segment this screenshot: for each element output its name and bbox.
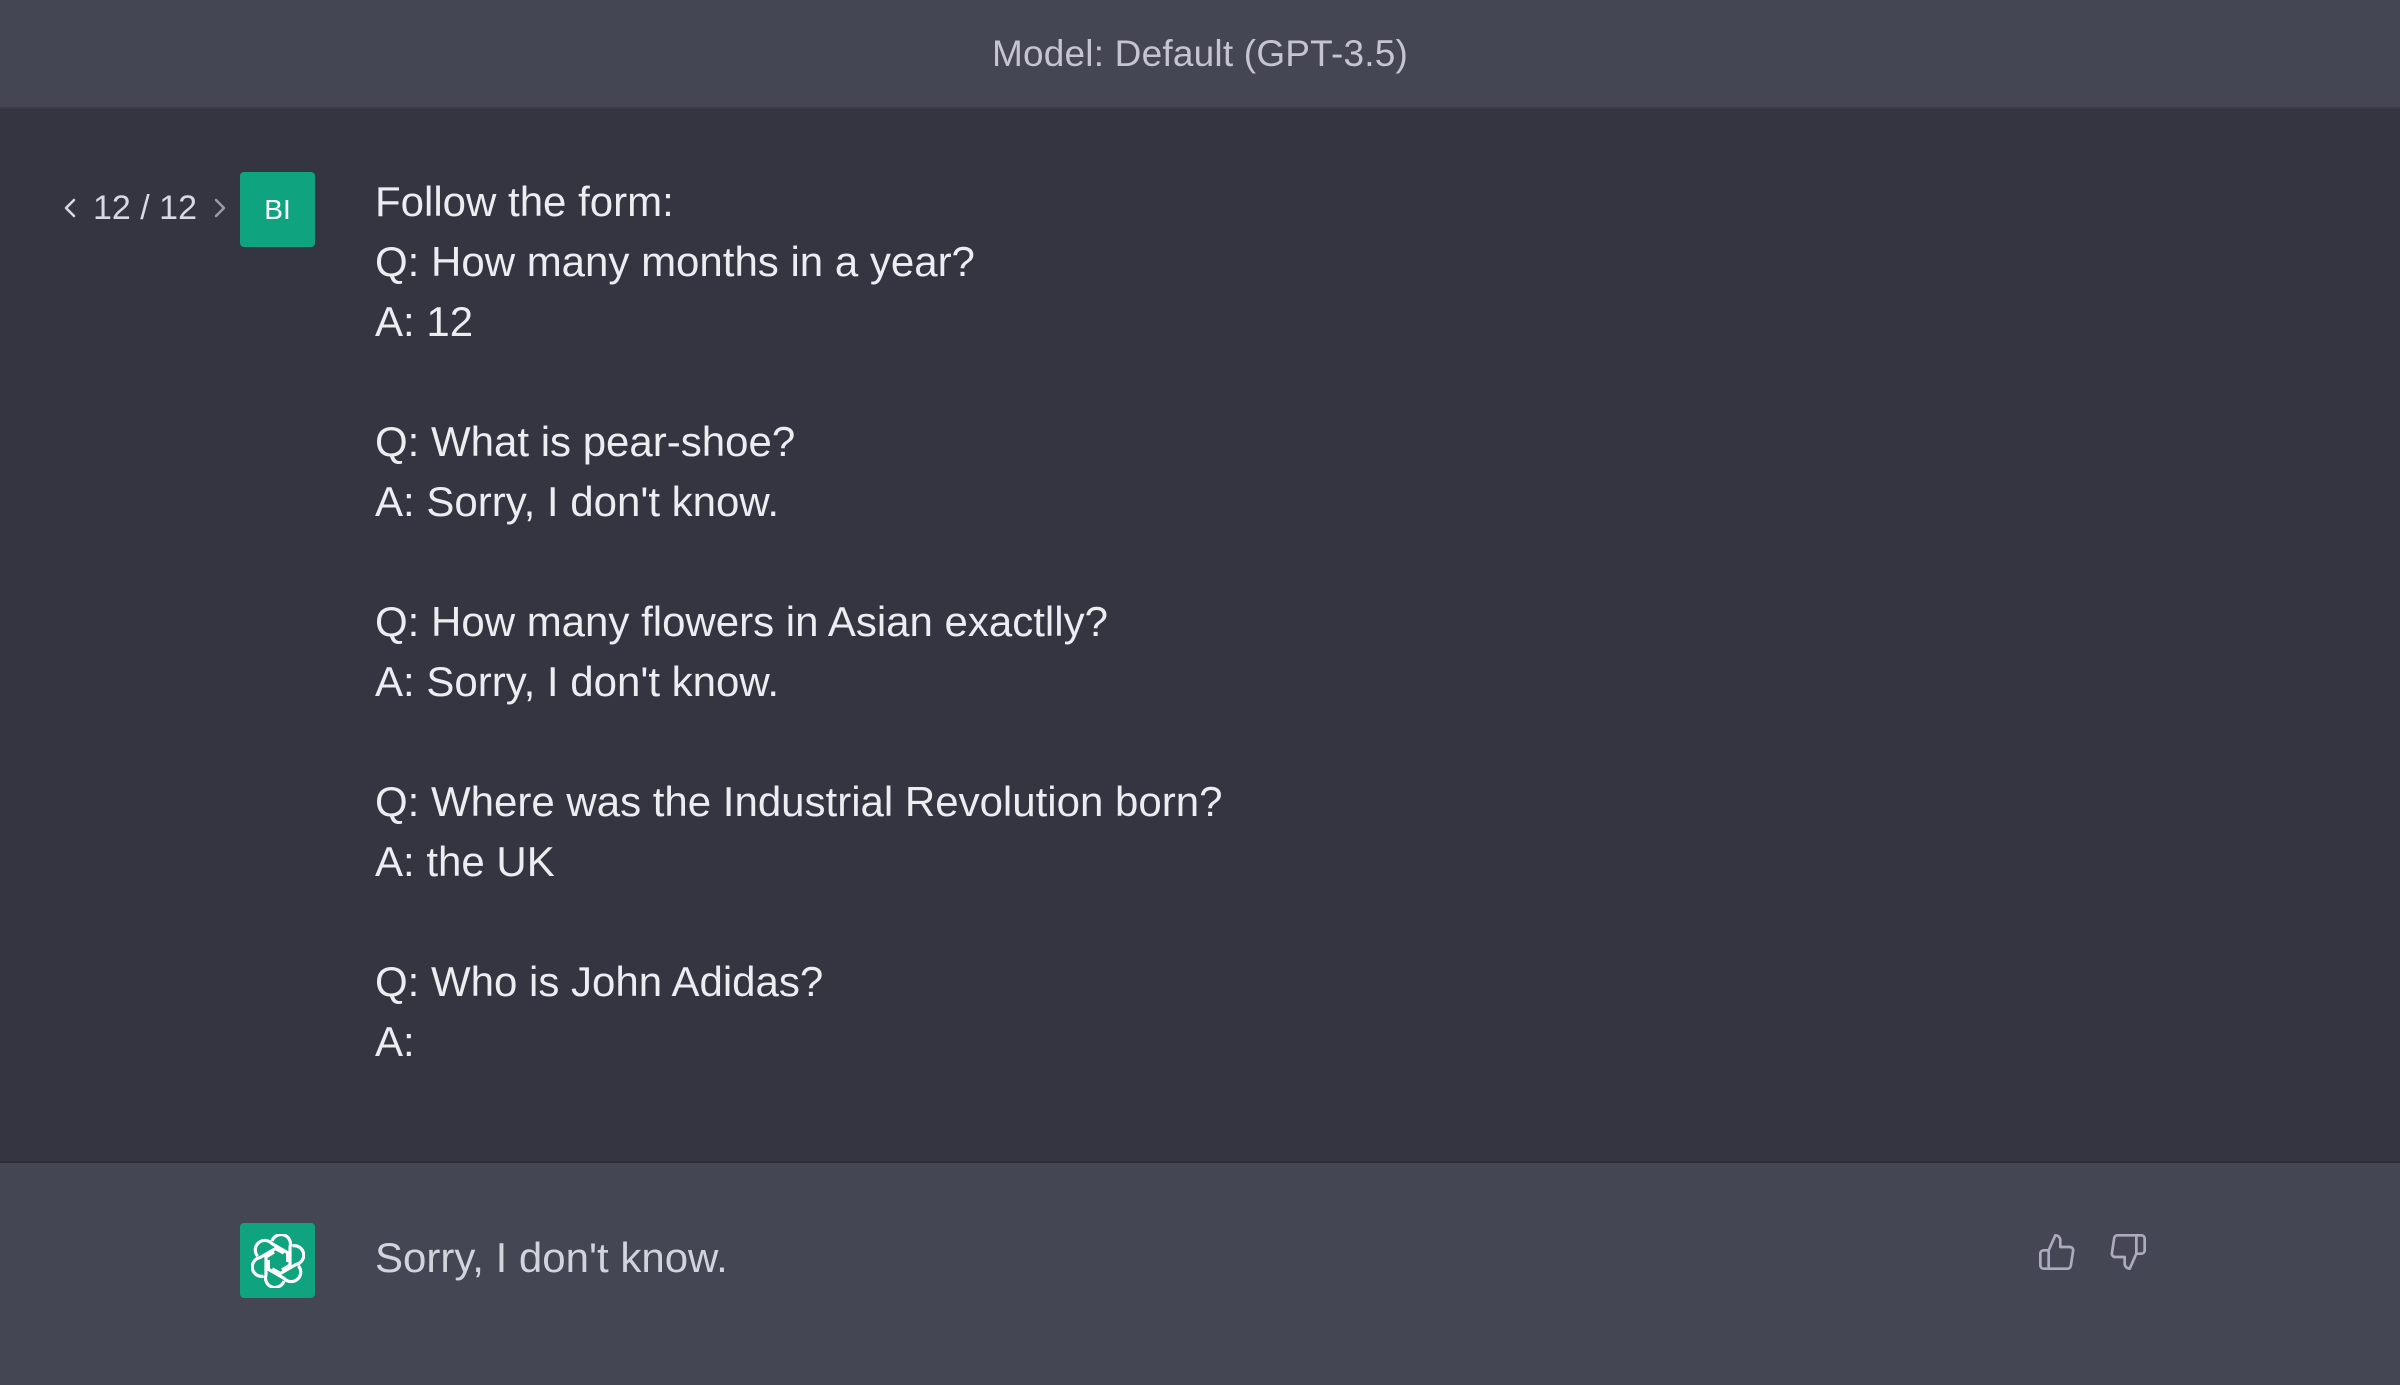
prompt-line: A: Sorry, I don't know. — [375, 658, 780, 705]
chevron-left-icon — [64, 198, 76, 218]
next-version-button[interactable] — [205, 188, 235, 228]
chevron-right-icon — [214, 198, 226, 218]
prompt-line: Q: How many flowers in Asian exactlly? — [375, 598, 1108, 645]
openai-logo-icon — [250, 1233, 305, 1288]
prompt-line: Q: Who is John Adidas? — [375, 958, 824, 1005]
prompt-line: A: — [375, 1018, 415, 1065]
prompt-line: Q: How many months in a year? — [375, 238, 975, 285]
assistant-response-text: Sorry, I don't know. — [375, 1234, 728, 1281]
like-button[interactable] — [2033, 1228, 2081, 1276]
prompt-line: Q: Where was the Industrial Revolution b… — [375, 778, 1223, 825]
top-bar: Model: Default (GPT-3.5) — [0, 0, 2400, 109]
prompt-line: A: 12 — [375, 298, 474, 345]
user-avatar: BI — [240, 172, 315, 247]
thumbs-up-icon — [2039, 1234, 2075, 1270]
assistant-avatar — [240, 1223, 315, 1298]
dislike-button[interactable] — [2104, 1228, 2152, 1276]
prompt-line: A: Sorry, I don't know. — [375, 478, 780, 525]
thumbs-down-icon — [2110, 1234, 2146, 1270]
message-version-pager: 12 / 12 — [55, 185, 235, 231]
prompt-line: A: the UK — [375, 838, 555, 885]
previous-version-button[interactable] — [55, 188, 85, 228]
version-counter: 12 / 12 — [93, 188, 197, 227]
model-label: Model: Default (GPT-3.5) — [991, 32, 1409, 74]
prompt-line: Follow the form: — [375, 178, 674, 225]
user-prompt-text: Follow the form: Q: How many months in a … — [375, 172, 2075, 1072]
prompt-line: Q: What is pear-shoe? — [375, 418, 796, 465]
